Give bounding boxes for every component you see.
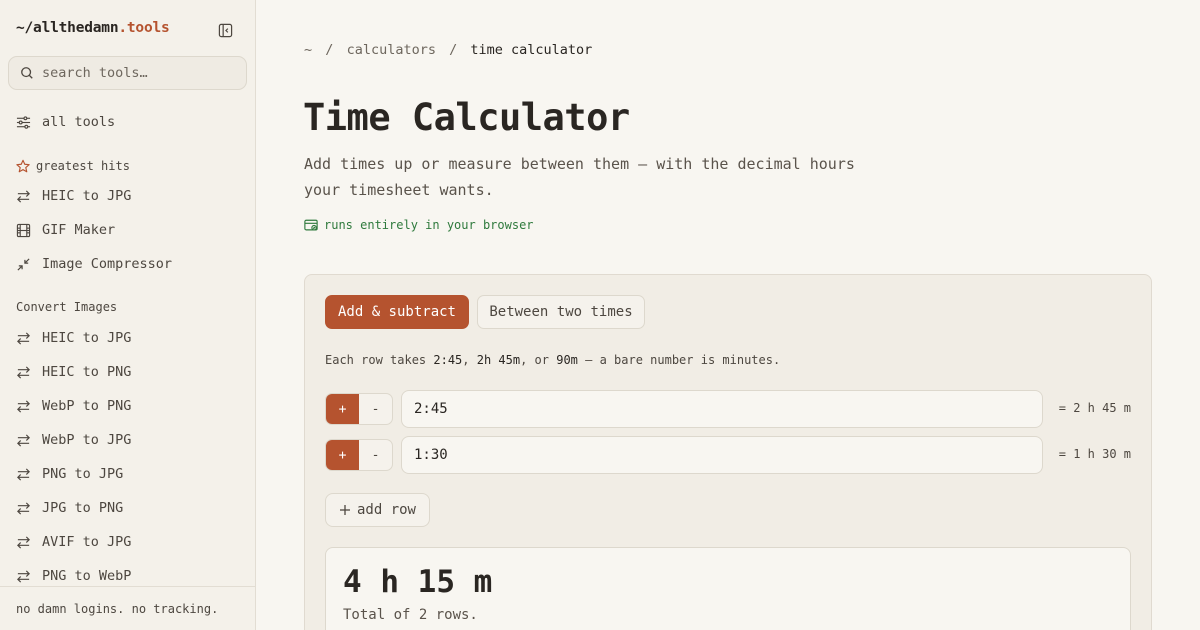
arrows-swap-icon: [16, 568, 32, 584]
sidebar-item-webp-to-jpg[interactable]: WebP to JPG: [16, 430, 131, 450]
privacy-note-text: runs entirely in your browser: [324, 218, 534, 232]
arrows-swap-icon: [16, 398, 32, 414]
sliders-icon: [16, 114, 32, 130]
sidebar-item-label: GIF Maker: [42, 222, 116, 238]
sidebar-item-label: PNG to JPG: [42, 466, 124, 482]
input-hint: Each row takes 2:45, 2h 45m, or 90m — a …: [325, 353, 780, 367]
arrows-swap-icon: [16, 330, 32, 346]
time-input[interactable]: [401, 436, 1043, 474]
sidebar: ~/allthedamn.tools all tools greatest: [0, 0, 256, 630]
hint-example: 90m: [556, 353, 578, 367]
sidebar-collapse-icon: [218, 23, 232, 37]
film-icon: [16, 222, 32, 238]
result-caption: Total of 2 rows.: [343, 607, 478, 623]
sidebar-item-png-to-webp[interactable]: PNG to WebP: [16, 566, 131, 586]
breadcrumb-current: time calculator: [470, 42, 593, 58]
section-label: Convert Images: [16, 300, 118, 314]
plus-button[interactable]: +: [326, 394, 359, 424]
arrows-swap-icon: [16, 188, 32, 204]
logo-prefix: ~/allthedamn: [16, 20, 119, 36]
sidebar-item-image-compressor[interactable]: Image Compressor: [16, 254, 172, 274]
compress-icon: [16, 256, 32, 272]
plus-icon: [339, 504, 351, 516]
sign-toggle: + -: [325, 393, 393, 425]
time-input[interactable]: [401, 390, 1043, 428]
breadcrumb-separator: /: [325, 42, 334, 58]
sidebar-item-label: HEIC to JPG: [42, 330, 132, 346]
search-box[interactable]: [8, 56, 247, 90]
sidebar-item-heic-to-jpg[interactable]: HEIC to JPG: [16, 328, 131, 348]
sidebar-item-avif-to-jpg[interactable]: AVIF to JPG: [16, 532, 131, 552]
arrows-swap-icon: [16, 364, 32, 380]
search-icon: [21, 67, 33, 79]
sidebar-item-heic-to-png[interactable]: HEIC to PNG: [16, 362, 131, 382]
sidebar-item-label: PNG to WebP: [42, 568, 132, 584]
hint-example: 2:45: [433, 353, 463, 367]
result-panel: 4 h 15 m Total of 2 rows.: [325, 547, 1131, 630]
minus-button[interactable]: -: [359, 440, 392, 470]
hint-sep: ,: [462, 353, 477, 367]
page-title: Time Calculator: [303, 96, 630, 139]
calculator-card: Add & subtract Between two times Each ro…: [304, 274, 1152, 630]
sidebar-item-gif-maker[interactable]: GIF Maker: [16, 220, 115, 240]
tab-add-subtract[interactable]: Add & subtract: [325, 295, 469, 329]
privacy-note: runs entirely in your browser: [304, 218, 534, 232]
arrows-swap-icon: [16, 500, 32, 516]
sidebar-item-webp-to-png[interactable]: WebP to PNG: [16, 396, 131, 416]
page-subtitle: Add times up or measure between them — w…: [304, 155, 855, 199]
tab-between-two-times[interactable]: Between two times: [477, 295, 645, 329]
sidebar-item-heic-to-jpg-hit[interactable]: HEIC to JPG: [16, 186, 131, 206]
sidebar-item-label: all tools: [42, 114, 116, 130]
sidebar-item-jpg-to-png[interactable]: JPG to PNG: [16, 498, 123, 518]
add-row-label: add row: [356, 502, 416, 518]
arrows-swap-icon: [16, 466, 32, 482]
add-row-button[interactable]: add row: [325, 493, 430, 527]
sidebar-item-label: Image Compressor: [42, 256, 173, 272]
logo-suffix: .tools: [118, 20, 170, 36]
search-input[interactable]: [42, 65, 232, 81]
arrows-swap-icon: [16, 534, 32, 550]
row-result: = 1 h 30 m: [1058, 447, 1131, 461]
sidebar-item-label: WebP to JPG: [42, 432, 132, 448]
sidebar-item-label: AVIF to JPG: [42, 534, 132, 550]
hint-sep: , or: [520, 353, 557, 367]
sidebar-item-label: JPG to PNG: [42, 500, 124, 516]
row-result: = 2 h 45 m: [1058, 401, 1131, 415]
hint-suffix: — a bare number is minutes.: [577, 353, 781, 367]
sign-toggle: + -: [325, 439, 393, 471]
star-icon: [16, 158, 31, 173]
breadcrumb-separator: /: [449, 42, 458, 58]
footer-text: no damn logins. no tracking.: [16, 602, 219, 616]
arrows-swap-icon: [16, 432, 32, 448]
breadcrumb-root[interactable]: ~: [304, 42, 312, 58]
sidebar-footer: no damn logins. no tracking.: [0, 586, 255, 630]
section-label: greatest hits: [36, 158, 130, 173]
hint-example: 2h 45m: [476, 353, 521, 367]
sidebar-item-label: HEIC to PNG: [42, 364, 132, 380]
sidebar-item-label: HEIC to JPG: [42, 188, 132, 204]
breadcrumb-calculators[interactable]: calculators: [347, 42, 436, 58]
hint-prefix: Each row takes: [325, 353, 434, 367]
breadcrumb: ~ / calculators / time calculator: [304, 42, 592, 58]
section-convert-images: Convert Images: [16, 300, 117, 314]
section-greatest-hits: greatest hits: [16, 158, 130, 173]
result-total: 4 h 15 m: [343, 564, 493, 600]
sidebar-item-png-to-jpg[interactable]: PNG to JPG: [16, 464, 123, 484]
sidebar-item-all-tools[interactable]: all tools: [16, 112, 115, 132]
collapse-sidebar-button[interactable]: [215, 20, 235, 40]
sidebar-item-label: WebP to PNG: [42, 398, 132, 414]
minus-button[interactable]: -: [359, 394, 392, 424]
plus-button[interactable]: +: [326, 440, 359, 470]
site-logo[interactable]: ~/allthedamn.tools: [16, 20, 170, 36]
browser-icon: [304, 219, 318, 232]
